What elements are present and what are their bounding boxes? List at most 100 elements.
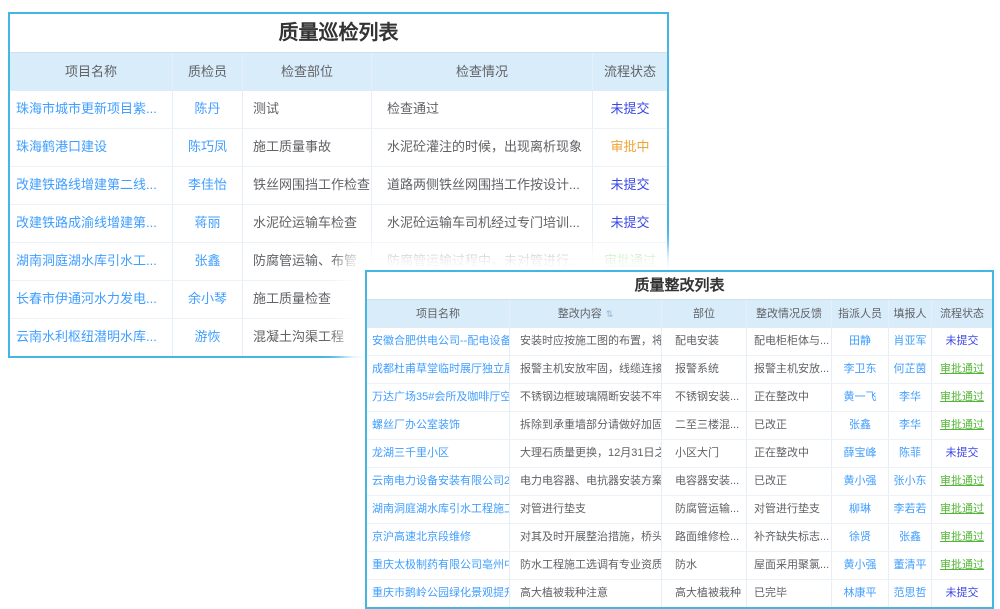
table-row: 成都杜甫草堂临时展厅独立展...报警主机安放牢固，线缆连接...报警系统报警主机… (367, 355, 992, 383)
cell-reporter[interactable]: 肖亚军 (889, 328, 932, 355)
cell-status: 未提交 (932, 440, 992, 467)
cell-project[interactable]: 云南电力设备安装有限公司20... (367, 468, 510, 495)
cell-assignee[interactable]: 黄小强 (832, 552, 889, 579)
cell-assignee[interactable]: 李卫东 (832, 356, 889, 383)
column-header-content[interactable]: 整改内容⇅ (510, 300, 662, 327)
table-row: 云南电力设备安装有限公司20...电力电容器、电抗器安装方案...电容器安装..… (367, 467, 992, 495)
cell-content: 拆除到承重墙部分请做好加固... (510, 412, 662, 439)
cell-project[interactable]: 湖南洞庭湖水库引水工... (10, 243, 173, 280)
cell-inspector[interactable]: 陈丹 (173, 91, 243, 128)
cell-project[interactable]: 安徽合肥供电公司--配电设备... (367, 328, 510, 355)
cell-feedback: 屋面采用聚氯... (747, 552, 832, 579)
cell-project[interactable]: 湖南洞庭湖水库引水工程施工标 (367, 496, 510, 523)
cell-status: 审批通过 (932, 356, 992, 383)
cell-inspector[interactable]: 游恢 (173, 319, 243, 356)
cell-project[interactable]: 长春市伊通河水力发电... (10, 281, 173, 318)
cell-project[interactable]: 云南水利枢纽潜明水库... (10, 319, 173, 356)
table-row: 改建铁路成渝线增建第...蒋丽水泥砼运输车检查水泥砼运输车司机经过专门培训...… (10, 204, 667, 242)
cell-feedback: 报警主机安放... (747, 356, 832, 383)
cell-status: 审批通过 (932, 496, 992, 523)
cell-part: 防水 (662, 552, 747, 579)
column-header-status: 流程状态 (593, 53, 667, 90)
cell-content: 安装时应按施工图的布置，将... (510, 328, 662, 355)
cell-part: 施工质量检查 (243, 281, 372, 318)
cell-reporter[interactable]: 范思哲 (889, 580, 932, 607)
cell-reporter[interactable]: 李华 (889, 412, 932, 439)
column-header-part: 检查部位 (243, 53, 372, 90)
cell-part: 配电安装 (662, 328, 747, 355)
cell-reporter[interactable]: 张小东 (889, 468, 932, 495)
table-row: 重庆市鹅岭公园绿化景观提升...高大植被栽种注意高大植被栽种已完毕林康平范思哲未… (367, 579, 992, 607)
table-row: 湖南洞庭湖水库引水工程施工标对管进行垫支防腐管运输...对管进行垫支柳琳李若若审… (367, 495, 992, 523)
cell-part: 铁丝网围挡工作检查 (243, 167, 372, 204)
column-header-inspector: 质检员 (173, 53, 243, 90)
table-row: 珠海鹤港口建设陈巧凤施工质量事故水泥砼灌注的时候，出现离析现象审批中 (10, 128, 667, 166)
cell-status: 未提交 (593, 167, 667, 204)
cell-assignee[interactable]: 徐贤 (832, 524, 889, 551)
cell-part: 二至三楼混... (662, 412, 747, 439)
cell-reporter[interactable]: 李华 (889, 384, 932, 411)
column-header-label: 检查部位 (281, 54, 333, 90)
cell-inspector[interactable]: 蒋丽 (173, 205, 243, 242)
cell-part: 报警系统 (662, 356, 747, 383)
rectification-table: 质量整改列表 项目名称整改内容⇅部位整改情况反馈指派人员填报人流程状态 安徽合肥… (365, 270, 994, 609)
cell-part: 测试 (243, 91, 372, 128)
cell-status: 审批通过 (932, 384, 992, 411)
rectification-table-header: 项目名称整改内容⇅部位整改情况反馈指派人员填报人流程状态 (367, 300, 992, 328)
cell-assignee[interactable]: 柳琳 (832, 496, 889, 523)
cell-inspector[interactable]: 陈巧凤 (173, 129, 243, 166)
cell-project[interactable]: 螺丝厂办公室装饰 (367, 412, 510, 439)
cell-status: 未提交 (593, 91, 667, 128)
cell-content: 大理石质量更换，12月31日之... (510, 440, 662, 467)
cell-part: 小区大门 (662, 440, 747, 467)
sort-icon[interactable]: ⇅ (606, 301, 614, 327)
cell-project[interactable]: 万达广场35#会所及咖啡厅空... (367, 384, 510, 411)
cell-reporter[interactable]: 董清平 (889, 552, 932, 579)
column-header-label: 填报人 (894, 301, 927, 327)
cell-project[interactable]: 珠海鹤港口建设 (10, 129, 173, 166)
cell-content: 对其及时开展整治措施，桥头... (510, 524, 662, 551)
cell-project[interactable]: 龙湖三千里小区 (367, 440, 510, 467)
cell-status: 审批通过 (932, 468, 992, 495)
cell-inspector[interactable]: 余小琴 (173, 281, 243, 318)
cell-feedback: 正在整改中 (747, 384, 832, 411)
cell-inspector[interactable]: 李佳怡 (173, 167, 243, 204)
cell-feedback: 配电柜柜体与... (747, 328, 832, 355)
cell-status: 未提交 (932, 580, 992, 607)
cell-content: 不锈钢边框玻璃隔断安装不牢... (510, 384, 662, 411)
cell-assignee[interactable]: 黄一飞 (832, 384, 889, 411)
cell-reporter[interactable]: 何芷茵 (889, 356, 932, 383)
cell-project[interactable]: 重庆太极制药有限公司亳州中... (367, 552, 510, 579)
cell-project[interactable]: 珠海市城市更新项目紫... (10, 91, 173, 128)
cell-reporter[interactable]: 李若若 (889, 496, 932, 523)
cell-part: 防腐管运输、布管 (243, 243, 372, 280)
cell-assignee[interactable]: 薛宝峰 (832, 440, 889, 467)
cell-reporter[interactable]: 陈菲 (889, 440, 932, 467)
column-header-part: 部位 (662, 300, 747, 327)
cell-content: 对管进行垫支 (510, 496, 662, 523)
cell-inspector[interactable]: 张鑫 (173, 243, 243, 280)
cell-assignee[interactable]: 黄小强 (832, 468, 889, 495)
rectification-table-body: 安徽合肥供电公司--配电设备...安装时应按施工图的布置，将...配电安装配电柜… (367, 328, 992, 607)
cell-situation: 检查通过 (372, 91, 593, 128)
column-header-label: 项目名称 (65, 54, 117, 90)
column-header-label: 质检员 (188, 54, 227, 90)
cell-assignee[interactable]: 张鑫 (832, 412, 889, 439)
column-header-label: 流程状态 (940, 301, 984, 327)
cell-project[interactable]: 重庆市鹅岭公园绿化景观提升... (367, 580, 510, 607)
column-header-project: 项目名称 (367, 300, 510, 327)
cell-assignee[interactable]: 林康平 (832, 580, 889, 607)
cell-assignee[interactable]: 田静 (832, 328, 889, 355)
cell-part: 高大植被栽种 (662, 580, 747, 607)
column-header-label: 指派人员 (838, 301, 882, 327)
cell-reporter[interactable]: 张鑫 (889, 524, 932, 551)
cell-status: 未提交 (932, 328, 992, 355)
cell-status: 审批中 (593, 129, 667, 166)
cell-project[interactable]: 改建铁路线增建第二线... (10, 167, 173, 204)
table-row: 珠海市城市更新项目紫...陈丹测试检查通过未提交 (10, 91, 667, 128)
cell-project[interactable]: 京沪高速北京段维修 (367, 524, 510, 551)
cell-part: 防腐管运输... (662, 496, 747, 523)
cell-project[interactable]: 成都杜甫草堂临时展厅独立展... (367, 356, 510, 383)
cell-part: 施工质量事故 (243, 129, 372, 166)
cell-project[interactable]: 改建铁路成渝线增建第... (10, 205, 173, 242)
